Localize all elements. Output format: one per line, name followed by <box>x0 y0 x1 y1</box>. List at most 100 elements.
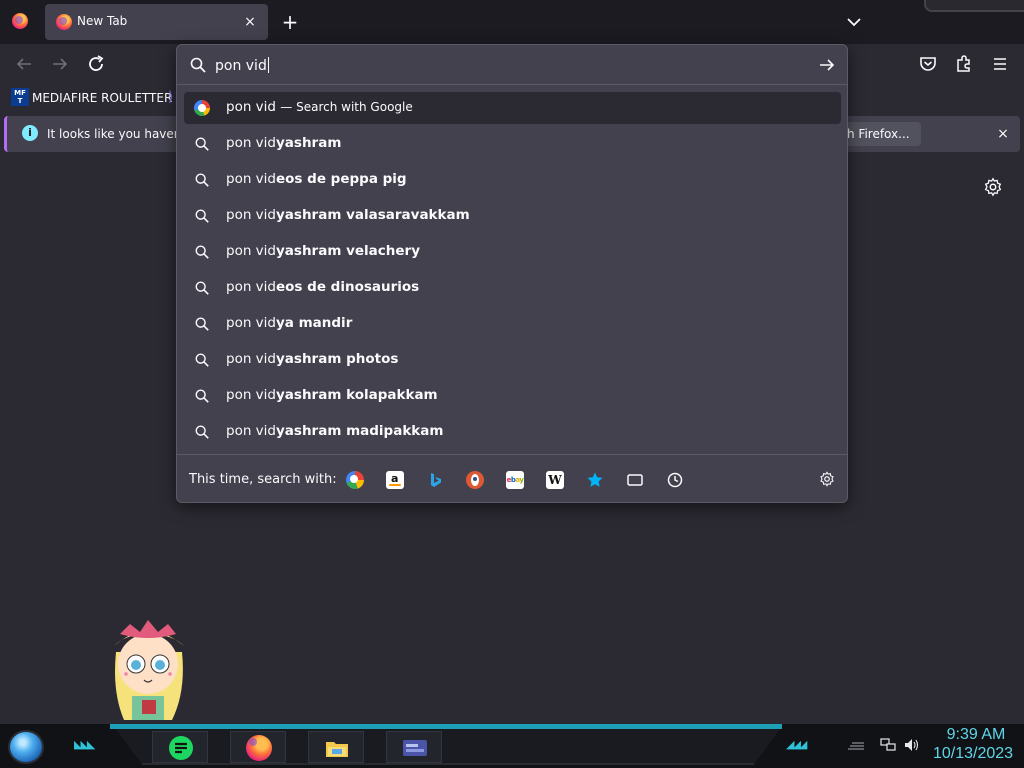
urlbar-result-text: pon vidyashram valasaravakkam <box>226 207 470 223</box>
amazon-icon[interactable]: a <box>386 471 404 489</box>
chevron-down-icon[interactable] <box>842 10 866 34</box>
taskbar-app-control-panel[interactable] <box>386 731 442 763</box>
info-icon: i <box>22 125 38 141</box>
one-off-search-row: This time, search with: a ebay W <box>177 454 847 502</box>
search-icon <box>195 389 209 403</box>
search-icon <box>195 173 209 187</box>
taskbar-app-firefox[interactable] <box>230 731 286 763</box>
urlbar-result-row[interactable]: pon vidyashram velachery <box>184 236 841 268</box>
urlbar-result-row[interactable]: pon vidyashram kolapakkam <box>184 380 841 412</box>
gear-icon[interactable] <box>982 176 1004 198</box>
ebay-icon[interactable]: ebay <box>506 471 524 489</box>
search-icon <box>195 317 209 331</box>
firefox-icon <box>246 735 272 761</box>
taskbar-app-file-explorer[interactable] <box>308 731 364 763</box>
forward-arrow-icon[interactable] <box>48 52 72 76</box>
extensions-icon[interactable] <box>952 52 976 76</box>
firefox-view-icon[interactable] <box>12 13 28 29</box>
search-icon <box>195 281 209 295</box>
clock-date[interactable]: 10/13/2023 <box>930 745 1016 763</box>
control-panel-icon <box>403 740 427 756</box>
clock-time[interactable]: 9:39 AM <box>940 726 1012 744</box>
result-completion-text: ya mandir <box>276 315 353 331</box>
show-hidden-icons-icon[interactable] <box>846 741 866 751</box>
urlbar-result-row[interactable]: pon videos de dinosaurios <box>184 272 841 304</box>
bookmarks-star-icon[interactable] <box>586 471 604 489</box>
history-clock-icon[interactable] <box>666 471 684 489</box>
urlbar-input-row[interactable]: pon vid <box>177 45 847 85</box>
volume-icon[interactable] <box>904 738 920 752</box>
urlbar-result-row[interactable]: pon vidya mandir <box>184 308 841 340</box>
duckduckgo-icon[interactable] <box>466 471 484 489</box>
search-icon <box>190 57 206 73</box>
reload-icon[interactable] <box>84 52 108 76</box>
chevron-decoration-icon: ◣◣◣ <box>74 738 95 751</box>
notification-action-button[interactable]: h Firefox... <box>843 122 921 146</box>
new-tab-button[interactable]: + <box>278 8 302 36</box>
menu-icon[interactable] <box>988 52 1012 76</box>
go-arrow-icon[interactable] <box>817 55 837 75</box>
result-typed-text: pon vid <box>226 279 276 295</box>
result-completion-text: yashram velachery <box>276 243 421 259</box>
taskbar-accent <box>110 724 782 729</box>
firefox-icon <box>56 14 72 30</box>
back-arrow-icon[interactable] <box>12 52 36 76</box>
tab-close-button[interactable]: × <box>240 12 260 32</box>
urlbar-result-text: pon vidyashram madipakkam <box>226 423 443 439</box>
chevron-decoration-icon: ◢◢◢ <box>786 738 807 751</box>
urlbar-result-text: pon videos de peppa pig <box>226 171 407 187</box>
taskbar: ◣◣◣ ◢◢◢ 9:39 AM 10/13/2023 <box>0 724 1024 768</box>
bing-icon[interactable] <box>426 471 444 489</box>
network-icon[interactable] <box>880 738 896 752</box>
pocket-icon[interactable] <box>916 52 940 76</box>
result-typed-text: pon vid <box>226 423 276 439</box>
urlbar-input[interactable]: pon vid <box>215 57 269 74</box>
result-completion-text: yashram photos <box>276 351 399 367</box>
tab-title: New Tab <box>77 14 128 28</box>
urlbar-input-value: pon vid <box>215 58 267 74</box>
window-decoration <box>924 0 1024 12</box>
result-typed-text: pon vid <box>226 387 276 403</box>
urlbar-result-text: pon vidyashram photos <box>226 351 398 367</box>
tab-new-tab[interactable]: New Tab × <box>45 4 268 40</box>
bookmark-mediafire-rouletter[interactable]: MEDIAFIRE ROULETTER <box>32 91 172 105</box>
urlbar-result-row[interactable]: pon videos de peppa pig <box>184 164 841 196</box>
notification-close-button[interactable]: × <box>993 124 1013 144</box>
urlbar-result-text: pon vidyashram <box>226 135 341 151</box>
cartoon-character-sticker <box>114 620 184 720</box>
one-off-label: This time, search with: <box>189 472 337 487</box>
text-caret <box>267 57 269 73</box>
urlbar-result-text: pon vidya mandir <box>226 315 352 331</box>
result-action-text: — Search with Google <box>280 100 413 114</box>
result-completion-text: eos de dinosaurios <box>276 279 420 295</box>
result-completion-text: yashram <box>276 135 342 151</box>
result-typed-text: pon vid <box>226 351 276 367</box>
urlbar-result-row[interactable]: pon vidyashram photos <box>184 344 841 376</box>
urlbar-result-row[interactable]: pon vid — Search with Google <box>184 92 841 124</box>
search-settings-gear-icon[interactable] <box>818 470 836 488</box>
result-typed-text: pon vid <box>226 243 276 259</box>
tabs-icon[interactable] <box>626 471 644 489</box>
file-explorer-icon <box>326 742 348 757</box>
urlbar-result-row[interactable]: pon vidyashram <box>184 128 841 160</box>
notes-app-icon <box>169 736 193 760</box>
google-icon[interactable] <box>346 471 364 489</box>
result-typed-text: pon vid <box>226 171 276 187</box>
urlbar-result-text: pon vidyashram kolapakkam <box>226 387 438 403</box>
taskbar-app-notes[interactable] <box>152 731 208 763</box>
bookmark-overflow-icon[interactable]: ⟩ <box>168 89 173 105</box>
search-icon <box>195 425 209 439</box>
urlbar-result-text: pon videos de dinosaurios <box>226 279 419 295</box>
urlbar-result-row[interactable]: pon vidyashram madipakkam <box>184 416 841 448</box>
result-completion-text: eos de peppa pig <box>276 171 407 187</box>
tab-strip: New Tab × + <box>0 0 1024 44</box>
urlbar-result-row[interactable]: pon vidyashram valasaravakkam <box>184 200 841 232</box>
urlbar-popup: pon vid pon vid — Search with Google pon … <box>176 44 848 503</box>
search-icon <box>195 209 209 223</box>
result-typed-text: pon vid <box>226 99 276 115</box>
wikipedia-icon[interactable]: W <box>546 471 564 489</box>
result-completion-text: yashram madipakkam <box>276 423 444 439</box>
result-typed-text: pon vid <box>226 135 276 151</box>
start-orb-button[interactable] <box>8 730 44 764</box>
google-icon <box>194 100 210 116</box>
